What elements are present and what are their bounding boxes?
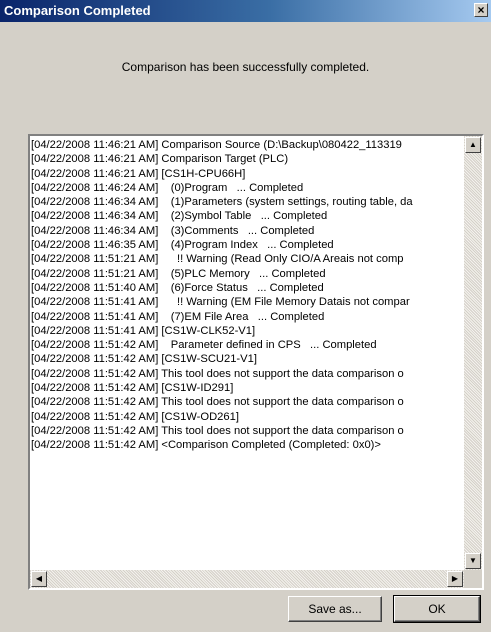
scroll-down-button[interactable]: ▼	[465, 553, 481, 569]
log-line: [04/22/2008 11:51:42 AM] This tool does …	[31, 424, 404, 437]
log-line: [04/22/2008 11:51:42 AM] This tool does …	[31, 396, 404, 409]
log-line: [04/22/2008 11:51:42 AM] [CS1W-OD261]	[31, 410, 239, 423]
log-line: [04/22/2008 11:46:34 AM] (1)Parameters (…	[31, 196, 413, 209]
ok-button[interactable]: OK	[393, 595, 481, 623]
log-line: [04/22/2008 11:51:21 AM] !! Warning (Rea…	[31, 253, 404, 266]
scroll-up-button[interactable]: ▲	[465, 137, 481, 153]
title-bar[interactable]: Comparison Completed ×	[0, 0, 491, 22]
horizontal-scrollbar[interactable]: ◀ ▶	[30, 570, 464, 588]
log-line: [04/22/2008 11:51:42 AM] <Comparison Com…	[31, 439, 381, 452]
log-line: [04/22/2008 11:51:41 AM] !! Warning (EM …	[31, 296, 410, 309]
log-line: [04/22/2008 11:51:40 AM] (6)Force Status…	[31, 281, 324, 294]
log-line: [04/22/2008 11:46:24 AM] (0)Program ... …	[31, 181, 304, 194]
completion-message: Comparison has been successfully complet…	[121, 60, 370, 74]
scrollbar-corner	[464, 570, 482, 588]
log-line: [04/22/2008 11:46:34 AM] (3)Comments ...…	[31, 224, 315, 237]
log-line: [04/22/2008 11:51:41 AM] [CS1W-CLK52-V1]	[31, 324, 256, 337]
log-line: [04/22/2008 11:51:42 AM] [CS1W-SCU21-V1]	[31, 353, 257, 366]
log-line: [04/22/2008 11:46:34 AM] (2)Symbol Table…	[31, 210, 328, 223]
log-line: [04/22/2008 11:46:21 AM] [CS1H-CPU66H]	[31, 167, 246, 180]
vertical-scrollbar[interactable]: ▲ ▼	[464, 136, 482, 570]
log-line: [04/22/2008 11:51:42 AM] [CS1W-ID291]	[31, 382, 234, 395]
log-line: [04/22/2008 11:46:21 AM] Comparison Sour…	[31, 139, 402, 151]
log-listbox[interactable]: [04/22/2008 11:46:21 AM] Comparison Sour…	[28, 134, 484, 590]
scroll-right-button[interactable]: ▶	[447, 571, 463, 587]
scroll-left-button[interactable]: ◀	[31, 571, 47, 587]
log-line: [04/22/2008 11:46:35 AM] (4)Program Inde…	[31, 239, 334, 252]
log-line: [04/22/2008 11:51:41 AM] (7)EM File Area…	[31, 310, 325, 323]
log-lines: [04/22/2008 11:46:21 AM] Comparison Sour…	[31, 138, 464, 572]
window-title: Comparison Completed	[4, 3, 151, 18]
save-as-button[interactable]: Save as...	[288, 596, 382, 622]
log-line: [04/22/2008 11:51:21 AM] (5)PLC Memory .…	[31, 267, 326, 280]
log-line: [04/22/2008 11:51:42 AM] This tool does …	[31, 367, 404, 380]
close-button[interactable]: ×	[474, 3, 488, 17]
log-line: [04/22/2008 11:51:42 AM] Parameter defin…	[31, 339, 377, 352]
log-line: [04/22/2008 11:46:21 AM] Comparison Targ…	[31, 153, 289, 166]
